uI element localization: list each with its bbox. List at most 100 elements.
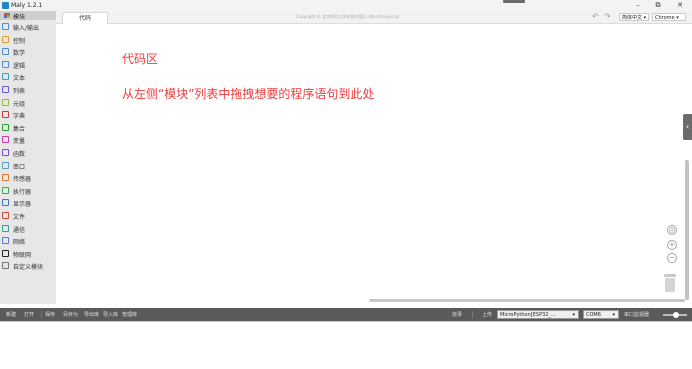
save-button[interactable]: 保存 (45, 311, 55, 318)
sidebar-item-label: 字典 (13, 113, 26, 121)
toolbar-divider (472, 311, 473, 318)
board-select-label: MicroPython[ESP32_... (500, 312, 556, 318)
zoom-slider-knob[interactable] (673, 312, 679, 318)
sidebar-item[interactable]: 传感器 (0, 171, 56, 184)
category-icon (2, 237, 9, 245)
category-icon (2, 148, 9, 156)
flash-button[interactable]: 烧录 (452, 311, 462, 318)
category-icon (2, 249, 9, 257)
sidebar-item[interactable]: 变量 (0, 133, 56, 146)
category-icon (2, 136, 9, 144)
category-icon (2, 224, 9, 232)
trash-icon[interactable] (663, 273, 677, 293)
sidebar-item[interactable]: 元组 (0, 96, 56, 109)
sidebar-header: 模块 (0, 11, 56, 21)
chevron-down-icon: ▾ (572, 312, 575, 318)
title-bar-indicator (503, 0, 525, 3)
redo-icon[interactable]: ↷ (604, 12, 611, 21)
chevron-down-icon: ▾ (612, 312, 615, 318)
sidebar-item[interactable]: 控制 (0, 33, 56, 46)
sidebar-item-label: 输入/输出 (13, 25, 40, 32)
import-library-button[interactable]: 导入库 (103, 311, 118, 318)
sidebar-item-label: 物联网 (13, 251, 32, 259)
zoom-reset-icon[interactable]: ◎ (667, 225, 677, 235)
sidebar-item-label: 文件 (13, 213, 26, 221)
board-select[interactable]: MicroPython[ESP32_... ▾ (497, 310, 579, 319)
sidebar-item[interactable]: 逻辑 (0, 58, 56, 71)
sidebar-item[interactable]: 输入/输出 (0, 20, 56, 33)
sidebar-item-label: 显示器 (13, 201, 32, 209)
title-bar: Maly 1.2.1 – ⧉ ✕ (0, 0, 692, 11)
port-select-label: COM6 (586, 312, 601, 318)
language-select-label: 简体中文 (622, 15, 643, 21)
serial-monitor-button[interactable]: 串口监视器 (624, 311, 649, 318)
sidebar-item-label: 列表 (13, 87, 26, 95)
manage-library-button[interactable]: 管理库 (122, 311, 137, 318)
sidebar-item-label: 集合 (13, 125, 26, 133)
category-icon (2, 186, 9, 194)
sidebar-item-label: 网络 (13, 239, 26, 247)
collapse-panel-button[interactable]: ‹ (683, 114, 692, 140)
sidebar-item-label: 逻辑 (13, 62, 26, 70)
category-icon (2, 123, 9, 131)
save-as-button[interactable]: 另存为 (63, 311, 78, 318)
browser-select-label: Chrome (655, 15, 675, 21)
category-icon (2, 85, 9, 93)
sidebar-item[interactable]: 文件 (0, 209, 56, 222)
sidebar-item[interactable]: 物联网 (0, 247, 56, 260)
app-logo-icon (2, 2, 9, 9)
sidebar-item-label: 自定义模块 (13, 264, 44, 272)
workspace-title: 代码区 (122, 52, 159, 66)
browser-select[interactable]: Chrome ▾ (652, 13, 686, 21)
zoom-out-icon[interactable]: − (667, 253, 677, 263)
upload-button[interactable]: 上传 (482, 311, 492, 318)
export-library-button[interactable]: 导出库 (84, 311, 99, 318)
window-title: Maly 1.2.1 (11, 2, 43, 9)
sidebar-item[interactable]: 文本 (0, 70, 56, 83)
tab-code[interactable]: 代码 (62, 12, 108, 24)
sidebar-item[interactable]: 列表 (0, 83, 56, 96)
category-icon (2, 35, 9, 43)
category-icon (2, 48, 9, 56)
category-icon (2, 262, 9, 270)
sidebar-item[interactable]: 网络 (0, 234, 56, 247)
bottom-toolbar: 新建 打开 保存 另存为 导出库 导入库 管理库 烧录 上传 MicroPyth… (0, 308, 692, 321)
copyright-text: Copyright © 北京师范大学米思齐团队 http://mixly.org… (296, 14, 400, 19)
category-icon (2, 60, 9, 68)
workspace-hint: 从左侧“模块”列表中拖拽想要的程序语句到此处 (122, 87, 375, 101)
open-button[interactable]: 打开 (24, 311, 34, 318)
horizontal-scrollbar[interactable] (369, 299, 685, 302)
sidebar-item[interactable]: 通信 (0, 222, 56, 235)
sidebar-item[interactable]: 自定义模块 (0, 259, 56, 272)
category-icon (2, 211, 9, 219)
toolbar-divider (41, 311, 42, 318)
close-button[interactable]: ✕ (673, 1, 687, 9)
sidebar-item[interactable]: 函数 (0, 146, 56, 159)
category-list: 输入/输出 控制 数学逻辑文本列表元组字典集合 变量函数 串口 传感器执行器显示器文件通信… (0, 20, 56, 272)
sidebar-item[interactable]: 字典 (0, 108, 56, 121)
category-icon (2, 111, 9, 119)
new-button[interactable]: 新建 (6, 311, 16, 318)
sidebar-item-label: 元组 (13, 100, 26, 108)
sidebar-item[interactable]: 显示器 (0, 196, 56, 209)
vertical-scrollbar[interactable] (685, 160, 689, 300)
sidebar-item[interactable]: 执行器 (0, 184, 56, 197)
sidebar-item-label: 通信 (13, 226, 26, 234)
sidebar-item[interactable]: 集合 (0, 121, 56, 134)
block-category-sidebar: 模块 输入/输出 控制 数学逻辑文本列表元组字典集合 变量函数 串口 传感器执行器显示器文… (0, 11, 57, 304)
code-workspace[interactable]: 代码区 从左侧“模块”列表中拖拽想要的程序语句到此处 (56, 24, 692, 304)
minimize-button[interactable]: – (631, 1, 645, 9)
maximize-button[interactable]: ⧉ (651, 1, 665, 10)
undo-icon[interactable]: ↶ (592, 12, 599, 21)
port-select[interactable]: COM6 ▾ (583, 310, 619, 319)
language-select[interactable]: 简体中文 ▾ (619, 13, 649, 21)
category-icon (2, 199, 9, 207)
zoom-in-icon[interactable]: + (667, 240, 677, 250)
sidebar-item[interactable]: 串口 (0, 159, 56, 172)
output-console[interactable] (0, 321, 692, 369)
sidebar-item-label: 函数 (13, 150, 26, 158)
sidebar-item-label: 执行器 (13, 188, 32, 196)
category-icon (2, 23, 9, 30)
sidebar-item-label: 文本 (13, 75, 26, 83)
sidebar-item[interactable]: 数学 (0, 45, 56, 58)
